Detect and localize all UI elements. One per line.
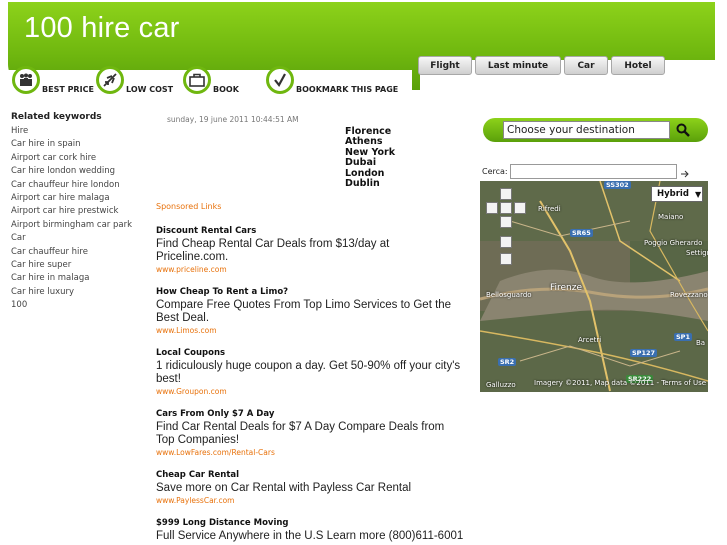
map-search-input[interactable] (510, 164, 677, 179)
book-link[interactable]: BOOK (183, 66, 239, 94)
map-place-label: Ba (696, 339, 706, 347)
ad-title[interactable]: $999 Long Distance Moving (156, 518, 464, 529)
ad-description: Find Cheap Rental Car Deals from $13/day… (156, 238, 390, 263)
tab-hotel[interactable]: Hotel (611, 56, 665, 75)
related-link[interactable]: Car chauffeur hire london (11, 179, 151, 192)
map-widget[interactable]: Hybrid ▼ Rifredi Maiano Poggio Gherardo … (480, 181, 708, 392)
destination-bar: Choose your destination (483, 118, 708, 142)
map-place-label: Settign (686, 249, 708, 257)
related-link[interactable]: Airport car cork hire (11, 152, 151, 165)
map-place-label: Galluzzo (486, 381, 516, 389)
related-keywords: Related keywords Hire Car hire in spain … (11, 112, 151, 313)
road-badge: SP1 (674, 333, 692, 341)
map-search-label: Cerca: (482, 167, 508, 176)
road-badge: SP127 (630, 349, 658, 357)
arrow-right-icon[interactable] (680, 165, 690, 178)
city-list: Florence Athens New York Dubai London Du… (345, 126, 395, 189)
ad-title[interactable]: Local Coupons (156, 348, 464, 359)
ad-description: Full Service Anywhere in the U.S Learn m… (156, 530, 464, 542)
site-title[interactable]: 100 hire car (24, 12, 180, 45)
related-link[interactable]: Car hire super (11, 259, 151, 272)
low-cost-link[interactable]: LOW COST (96, 66, 173, 94)
best-price-link[interactable]: BEST PRICE (12, 66, 94, 94)
plane-icon (96, 66, 124, 94)
ads-list: Discount Rental Cars Find Cheap Rental C… (156, 226, 464, 545)
related-link[interactable]: Airport birmingham car park (11, 219, 151, 232)
zoom-out-icon[interactable] (500, 253, 512, 265)
ad-description: Save more on Car Rental with Payless Car… (156, 482, 412, 494)
related-link[interactable]: Car hire in spain (11, 138, 151, 151)
ad-url[interactable]: www.priceline.com (156, 265, 464, 274)
ad-description: Find Car Rental Deals for $7 A Day Compa… (156, 421, 445, 446)
check-icon (266, 66, 294, 94)
people-icon (12, 66, 40, 94)
sponsored-links-label[interactable]: Sponsored Links (156, 202, 221, 211)
map-place-label: Bellosguardo (486, 291, 532, 299)
related-heading: Related keywords (11, 112, 102, 122)
bag-icon (183, 66, 211, 94)
ad-item: Discount Rental Cars Find Cheap Rental C… (156, 226, 464, 274)
ad-item: Cheap Car Rental Save more on Car Rental… (156, 470, 464, 505)
map-place-label: Poggio Gherardo (644, 239, 703, 247)
bookmark-label: BOOKMARK THIS PAGE (296, 85, 399, 94)
related-link[interactable]: Car hire in malaga (11, 272, 151, 285)
ad-item: $999 Long Distance Moving Full Service A… (156, 518, 464, 543)
ad-url[interactable]: www.PaylessCar.com (156, 496, 464, 505)
bookmark-link[interactable]: BOOKMARK THIS PAGE (266, 66, 398, 94)
ad-title[interactable]: Discount Rental Cars (156, 226, 464, 237)
search-icon[interactable] (675, 122, 691, 138)
map-type-button[interactable]: Hybrid ▼ (651, 186, 703, 202)
city-link[interactable]: Dublin (345, 178, 395, 189)
map-place-label: Rifredi (538, 205, 561, 213)
pan-up-icon[interactable] (500, 188, 512, 200)
ad-item: Cars From Only $7 A Day Find Car Rental … (156, 409, 464, 457)
pan-right-icon[interactable] (514, 202, 526, 214)
low-cost-label: LOW COST (126, 85, 174, 94)
top-tabs: Flight Last minute Car Hotel (418, 56, 665, 75)
map-attribution[interactable]: Imagery ©2011, Map data ©2011 - Terms of… (534, 379, 706, 387)
map-type-label: Hybrid (657, 189, 689, 199)
map-place-label: Arcetri (578, 336, 602, 344)
related-link[interactable]: 100 (11, 299, 151, 312)
ad-title[interactable]: How Cheap To Rent a Limo? (156, 287, 464, 298)
ad-description: Compare Free Quotes From Top Limo Servic… (156, 299, 452, 324)
related-link[interactable]: Airport car hire malaga (11, 192, 151, 205)
book-label: BOOK (213, 85, 239, 94)
road-badge: SR2 (498, 358, 517, 366)
tab-car[interactable]: Car (564, 56, 608, 75)
ad-item: Local Coupons 1 ridiculously huge coupon… (156, 348, 464, 396)
tab-flight[interactable]: Flight (418, 56, 472, 75)
related-link[interactable]: Car chauffeur hire (11, 246, 151, 259)
ad-item: How Cheap To Rent a Limo? Compare Free Q… (156, 287, 464, 335)
pan-center-icon[interactable] (500, 202, 512, 214)
zoom-in-icon[interactable] (500, 236, 512, 248)
chevron-down-icon: ▼ (694, 189, 702, 199)
destination-select[interactable]: Choose your destination (503, 121, 670, 139)
related-link[interactable]: Car hire luxury (11, 286, 151, 299)
tab-last-minute[interactable]: Last minute (475, 56, 561, 75)
related-link[interactable]: Airport car hire prestwick (11, 205, 151, 218)
ad-url[interactable]: www.Groupon.com (156, 387, 464, 396)
ad-title[interactable]: Cars From Only $7 A Day (156, 409, 464, 420)
map-place-label: Maiano (658, 213, 684, 221)
date-time: sunday, 19 june 2011 10:44:51 AM (167, 115, 299, 124)
pan-left-icon[interactable] (486, 202, 498, 214)
road-badge: SS302 (604, 181, 631, 189)
map-place-label: Firenze (550, 283, 583, 293)
best-price-label: BEST PRICE (42, 85, 94, 94)
ad-url[interactable]: www.LowFares.com/Rental-Cars (156, 448, 464, 457)
pan-down-icon[interactable] (500, 216, 512, 228)
ad-url[interactable]: www.Limos.com (156, 326, 464, 335)
related-link[interactable]: Car (11, 232, 151, 245)
ad-description: 1 ridiculously huge coupon a day. Get 50… (156, 360, 461, 385)
map-place-label: Rovezzano (670, 291, 708, 299)
related-link[interactable]: Hire (11, 125, 151, 138)
road-badge: SR65 (570, 229, 593, 237)
ad-title[interactable]: Cheap Car Rental (156, 470, 464, 481)
related-link[interactable]: Car hire london wedding (11, 165, 151, 178)
